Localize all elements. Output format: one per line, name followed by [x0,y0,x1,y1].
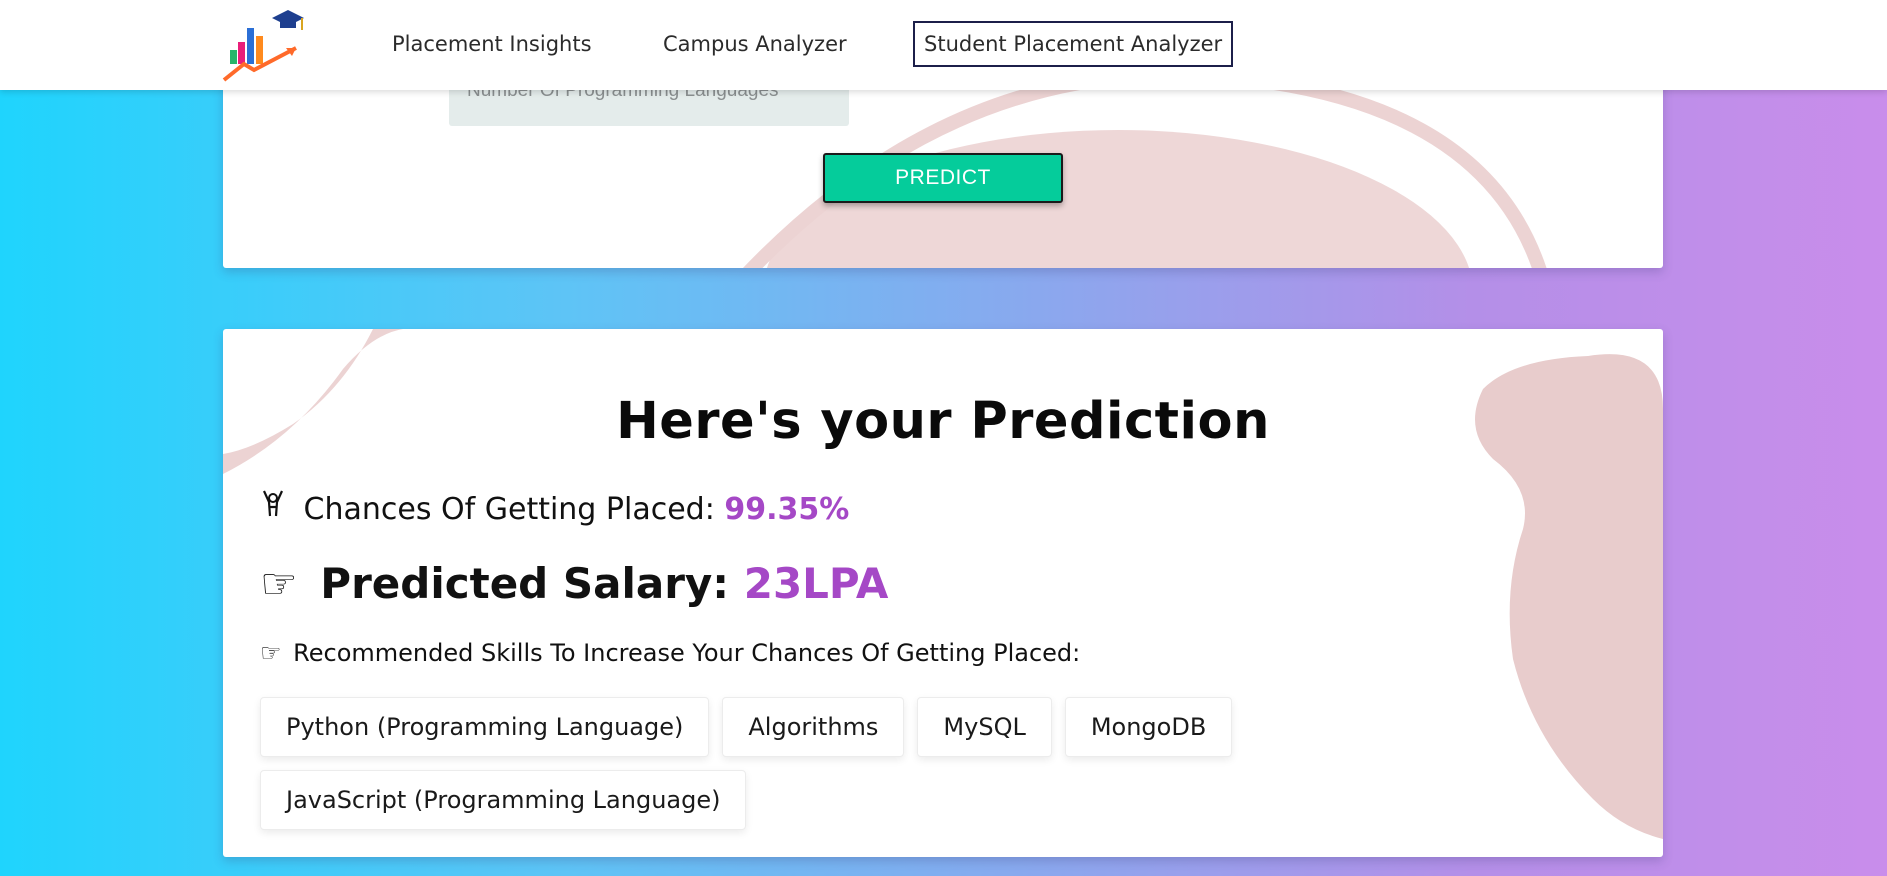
skill-chip: JavaScript (Programming Language) [260,770,747,830]
nav-placement-insights[interactable]: Placement Insights [392,27,592,61]
chance-row: Chances Of Getting Placed: 99.35% [260,489,849,527]
pointing-hand-icon: ☞ [260,559,298,608]
pointing-hand-icon: ☞ [260,639,282,667]
skills-row: ☞ Recommended Skills To Increase Your Ch… [260,639,1080,667]
chance-label: Chances Of Getting Placed: [303,492,715,527]
salary-label: Predicted Salary: [320,559,730,608]
growth-chart-logo-icon[interactable] [222,8,304,82]
skills-list: Python (Programming Language) Algorithms… [260,697,1320,830]
skills-label: Recommended Skills To Increase Your Chan… [293,639,1081,667]
skill-chip: MySQL [917,697,1052,757]
salary-value: 23LPA [743,559,889,608]
nav-student-placement-analyzer[interactable]: Student Placement Analyzer [913,21,1234,67]
celebrating-person-icon [260,489,286,527]
chance-value: 99.35% [724,492,850,527]
top-navbar: Placement Insights Campus Analyzer Stude… [0,0,1887,90]
prediction-title: Here's your Prediction [616,392,1270,451]
prediction-result-card: Here's your Prediction Chances Of Gettin… [223,329,1663,857]
skill-chip: Python (Programming Language) [260,697,710,757]
skill-chip: Algorithms [722,697,905,757]
skill-chip: MongoDB [1064,697,1233,757]
nav-campus-analyzer[interactable]: Campus Analyzer [663,27,847,61]
predict-button[interactable]: PREDICT [823,153,1063,203]
salary-row: ☞ Predicted Salary: 23LPA [260,559,888,608]
